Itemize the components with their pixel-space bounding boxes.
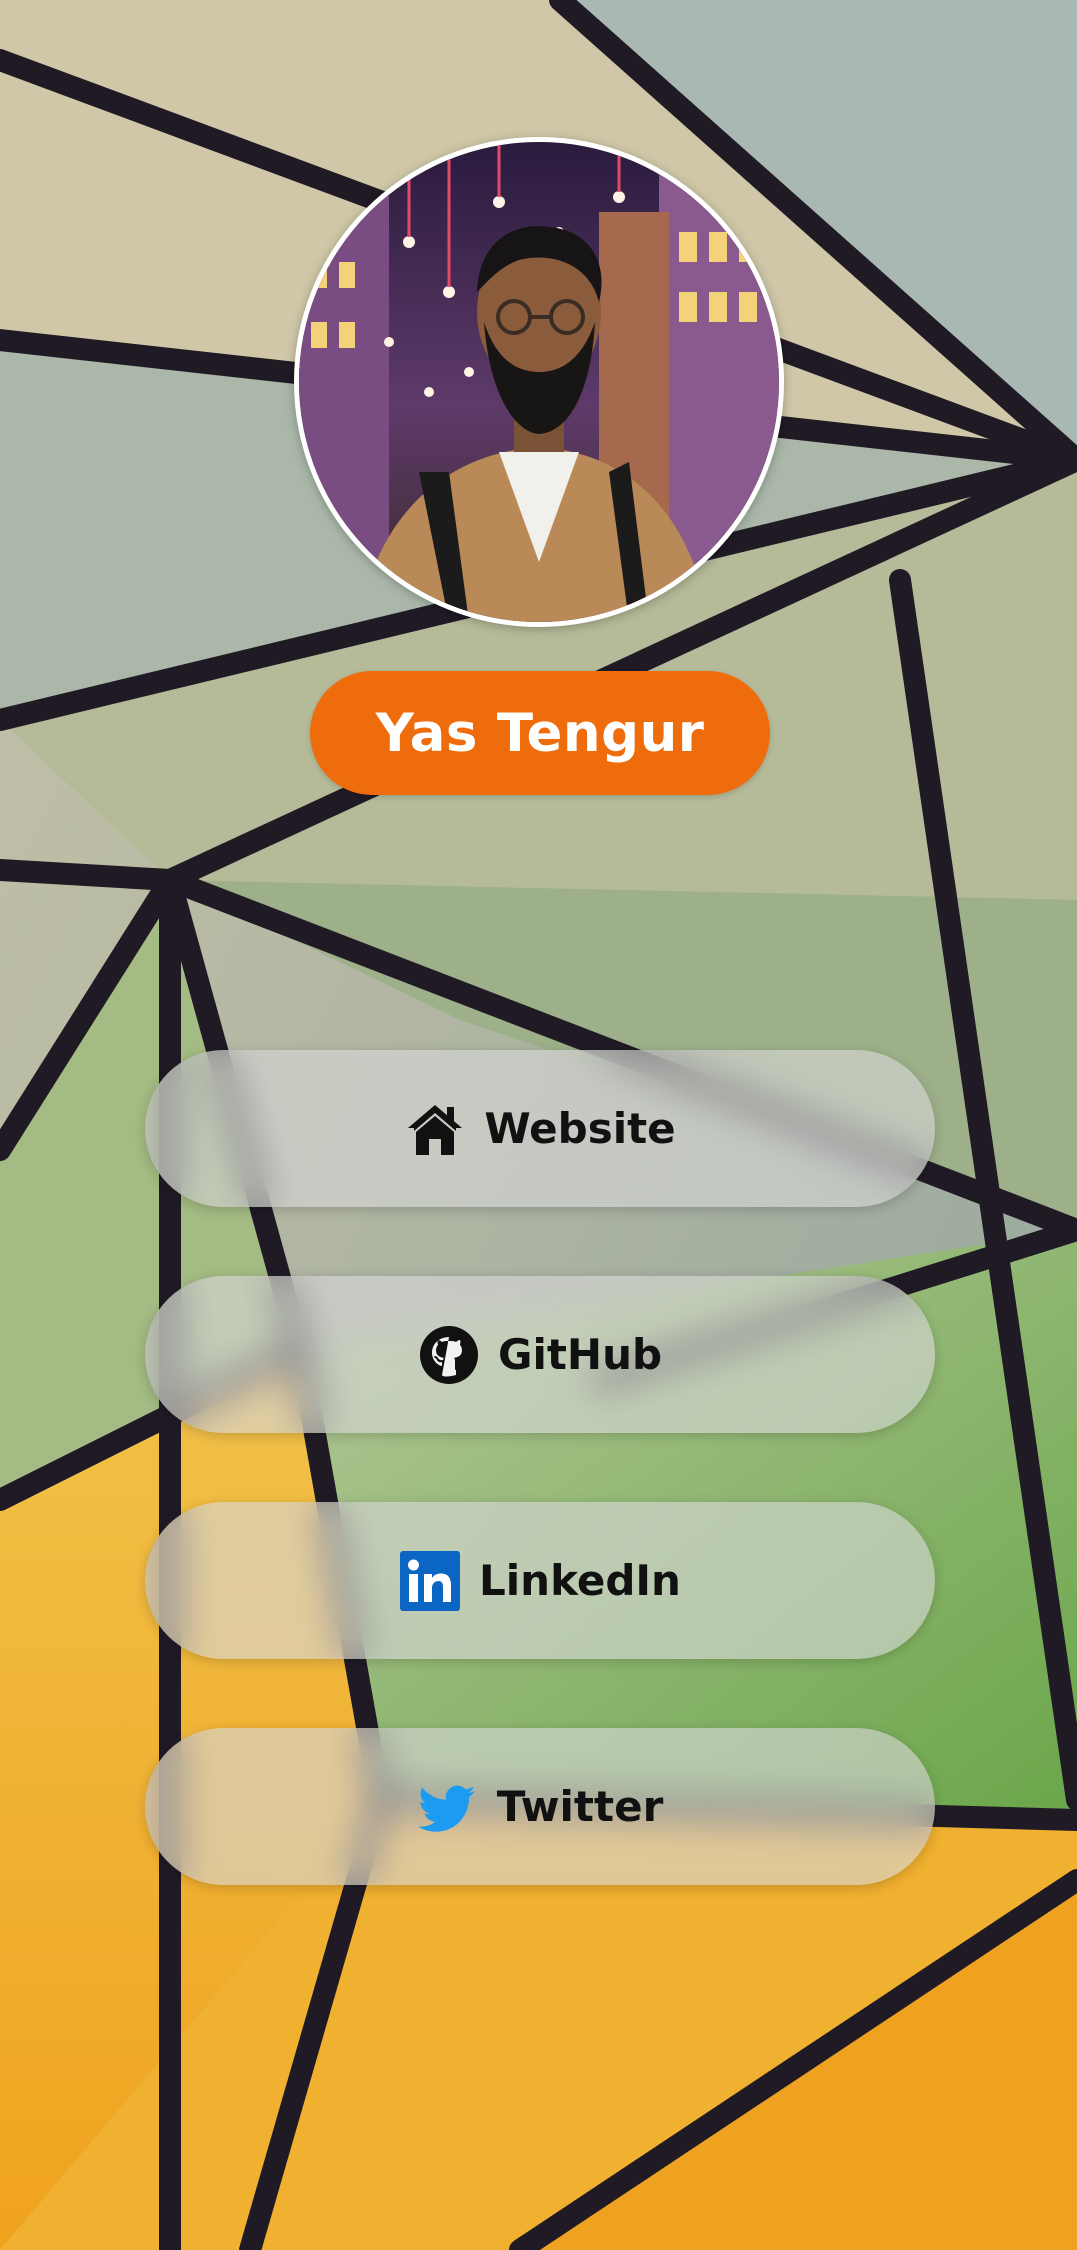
twitter-link-button[interactable]: Twitter <box>145 1728 935 1885</box>
avatar <box>294 137 784 627</box>
github-link-label: GitHub <box>497 1330 663 1379</box>
home-icon <box>404 1098 466 1160</box>
github-icon <box>418 1324 480 1386</box>
links-list: Website GitHub LinkedIn Twitter <box>145 1050 935 1954</box>
linkedin-link-label: LinkedIn <box>479 1556 681 1605</box>
profile-page: Yas Tengur Website GitHub LinkedIn Twitt… <box>0 0 1077 2250</box>
website-link-label: Website <box>484 1104 676 1153</box>
profile-name: Yas Tengur <box>310 671 770 795</box>
website-link-button[interactable]: Website <box>145 1050 935 1207</box>
twitter-link-label: Twitter <box>496 1782 664 1831</box>
twitter-icon <box>417 1776 479 1838</box>
linkedin-link-button[interactable]: LinkedIn <box>145 1502 935 1659</box>
github-link-button[interactable]: GitHub <box>145 1276 935 1433</box>
linkedin-icon <box>399 1550 461 1612</box>
